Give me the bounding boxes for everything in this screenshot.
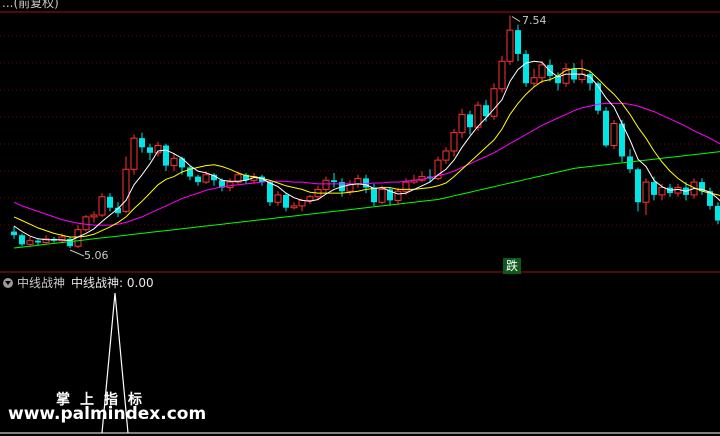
candle-body-up: [530, 77, 538, 84]
candle-body-up: [306, 196, 314, 201]
candle-body-up: [498, 60, 506, 90]
candle-body-down: [595, 83, 601, 111]
candle-body-up: [458, 113, 466, 134]
indicator-dropdown-icon[interactable]: [3, 278, 13, 288]
candle-body-down: [547, 64, 553, 76]
low-price-label: 5.06: [84, 249, 109, 262]
candle-body-up: [82, 216, 90, 231]
candle-body-up: [506, 29, 514, 62]
candle-body-up: [490, 88, 498, 117]
candle-body-down: [603, 110, 609, 146]
candle-body-up: [378, 188, 386, 203]
candle-body-up: [122, 168, 130, 212]
ma5-line: [13, 60, 720, 242]
candle-body-up: [26, 240, 34, 245]
candle-body-up: [394, 190, 402, 201]
candle-body-up: [354, 177, 362, 185]
indicator-value-label: 中线战神: 0.00: [71, 276, 154, 290]
candle-body-down: [267, 182, 273, 203]
candle-body-down: [483, 105, 489, 117]
chart-canvas[interactable]: [0, 0, 720, 436]
ma60-line: [13, 151, 720, 249]
candle-body-down: [523, 53, 529, 84]
watermark-url: www.palmindex.com: [8, 404, 207, 424]
candle-body-down: [107, 196, 113, 208]
candle-body-up: [274, 194, 282, 203]
candle-body-up: [298, 199, 306, 207]
candle-body-down: [195, 176, 201, 183]
candle-body-down: [283, 194, 289, 208]
stock-chart-window: ...(前复权) 7.54 5.06 跌 中线战神 中线战神: 0.00 掌上指标…: [0, 0, 720, 436]
candle-body-down: [515, 30, 521, 54]
candle-body-down: [371, 187, 377, 203]
candle-body-up: [290, 205, 298, 209]
candle-body-up: [450, 132, 458, 152]
low-price-pointer: [69, 249, 85, 257]
candle-body-up: [226, 181, 234, 189]
candle-body-up: [170, 157, 178, 167]
candle-body-up: [202, 174, 210, 183]
candle-body-up: [642, 181, 650, 203]
candle-body-down: [163, 145, 169, 166]
candle-body-down: [627, 156, 633, 170]
candle-body-down: [467, 114, 473, 128]
candle-body-up: [90, 214, 98, 218]
indicator-name[interactable]: 中线战神: [17, 276, 65, 290]
candlestick-series: [11, 15, 720, 248]
candle-body-up: [610, 123, 618, 146]
candle-body-down: [331, 180, 337, 183]
candle-body-down: [651, 182, 657, 195]
candle-body-down: [11, 231, 17, 236]
high-price-pointer: [511, 16, 521, 22]
candle-body-down: [139, 138, 145, 148]
high-price-label: 7.54: [522, 14, 547, 28]
candle-body-up: [442, 150, 450, 161]
candle-body-down: [635, 169, 641, 203]
candle-body-down: [147, 147, 153, 153]
candle-body-up: [322, 179, 330, 190]
candle-body-up: [658, 187, 666, 196]
candle-body-down: [35, 240, 41, 243]
candle-body-up: [130, 137, 138, 170]
indicator-header: 中线战神 中线战神: 0.00: [0, 276, 154, 290]
candle-body-up: [538, 64, 546, 79]
candle-body-down: [715, 205, 720, 221]
candle-body-down: [19, 235, 25, 245]
candle-body-up: [98, 196, 106, 216]
sell-signal-badge: 跌: [503, 258, 521, 274]
